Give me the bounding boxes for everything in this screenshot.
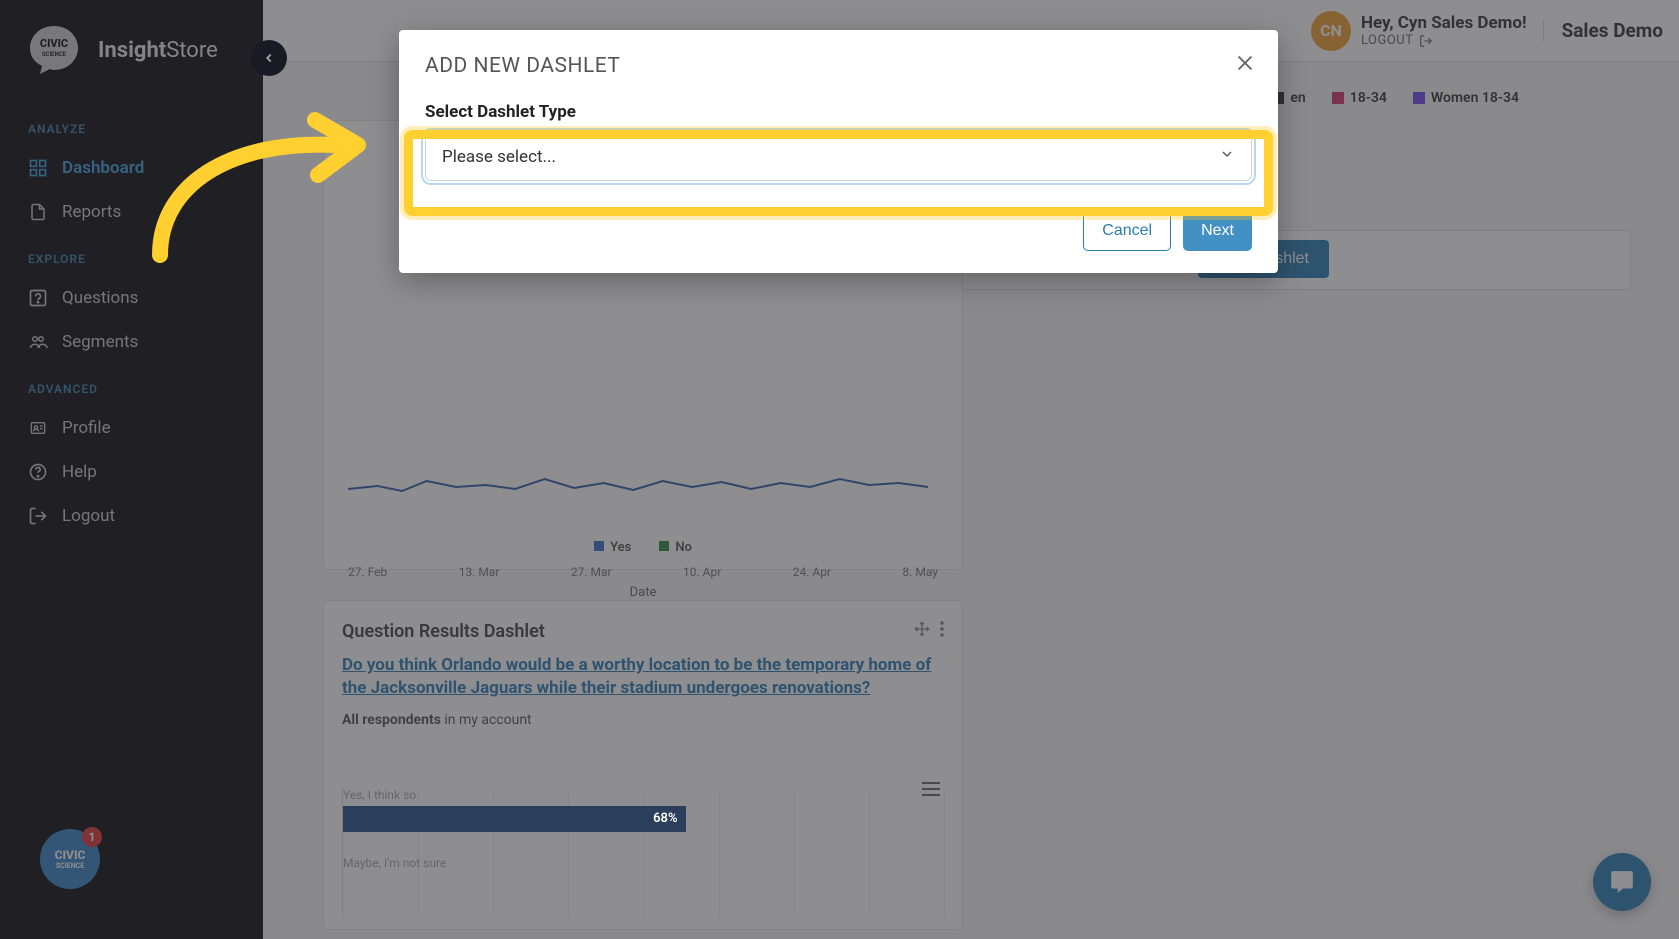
select-value: Please select... bbox=[442, 147, 556, 167]
bar-row: 68% bbox=[343, 806, 686, 832]
select-label: Select Dashlet Type bbox=[425, 102, 1252, 122]
bar-label: Yes, I think so bbox=[343, 788, 944, 802]
cancel-button[interactable]: Cancel bbox=[1083, 211, 1171, 251]
sidebar-collapse-button[interactable] bbox=[251, 40, 287, 76]
next-button[interactable]: Next bbox=[1183, 211, 1252, 251]
chevron-down-icon bbox=[1219, 146, 1235, 167]
close-icon[interactable] bbox=[1234, 52, 1256, 78]
modal-title: ADD NEW DASHLET bbox=[425, 54, 1252, 78]
add-dashlet-modal: ADD NEW DASHLET Select Dashlet Type Plea… bbox=[399, 30, 1278, 273]
dashlet-type-select[interactable]: Please select... bbox=[425, 132, 1252, 181]
bar-label: Maybe, I'm not sure bbox=[343, 856, 944, 870]
